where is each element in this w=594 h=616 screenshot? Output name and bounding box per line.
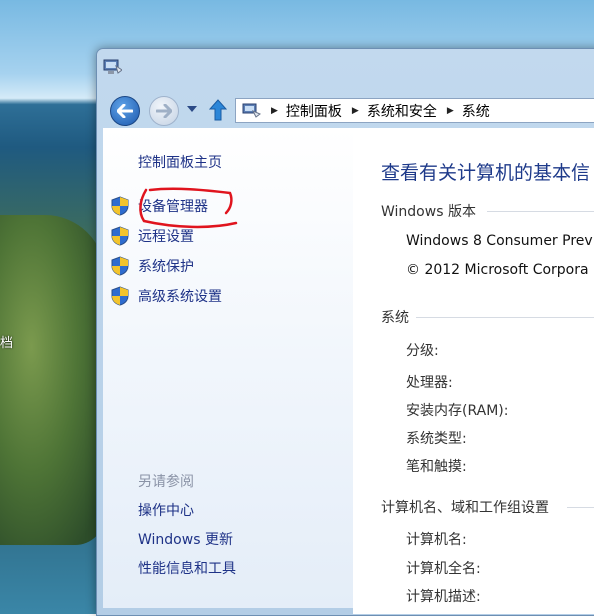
shield-icon xyxy=(111,196,129,216)
action-center-link[interactable]: 操作中心 xyxy=(138,500,194,520)
edition-section-header: Windows 版本 xyxy=(381,204,476,220)
back-arrow-icon xyxy=(117,104,133,118)
field-system-type: 系统类型: xyxy=(406,431,467,447)
field-pen-touch: 笔和触摸: xyxy=(406,459,467,475)
up-arrow-icon[interactable] xyxy=(207,98,229,122)
page-title: 查看有关计算机的基本信 xyxy=(381,162,591,184)
breadcrumb-separator[interactable]: ▶ xyxy=(271,106,278,116)
task-label: 设备管理器 xyxy=(138,199,208,215)
address-bar[interactable]: ▶ 控制面板 ▶ 系统和安全 ▶ 系统 xyxy=(235,98,594,123)
task-label: 高级系统设置 xyxy=(138,289,222,305)
shield-icon xyxy=(111,226,129,246)
system-section-header: 系统 xyxy=(381,310,409,326)
desktop-island xyxy=(0,215,105,545)
windows-update-link[interactable]: Windows 更新 xyxy=(138,529,233,549)
see-also-header: 另请参阅 xyxy=(138,474,194,490)
system-icon xyxy=(103,59,122,74)
forward-button[interactable] xyxy=(149,96,179,126)
forward-arrow-icon xyxy=(156,104,172,118)
performance-tools-link[interactable]: 性能信息和工具 xyxy=(138,558,236,578)
section-divider xyxy=(416,317,594,318)
task-label: 系统保护 xyxy=(138,259,194,275)
shield-icon xyxy=(111,286,129,306)
dropdown-icon[interactable] xyxy=(186,105,198,113)
edition-name: Windows 8 Consumer Prev xyxy=(406,233,593,249)
section-divider xyxy=(567,507,594,508)
task-remote-settings[interactable]: 远程设置 xyxy=(110,225,194,247)
breadcrumb-control-panel[interactable]: 控制面板 xyxy=(286,101,342,121)
back-button[interactable] xyxy=(110,96,140,126)
field-computer-description: 计算机描述: xyxy=(406,589,481,605)
task-system-protection[interactable]: 系统保护 xyxy=(110,255,194,277)
field-full-computer-name: 计算机全名: xyxy=(406,561,481,577)
system-icon xyxy=(242,103,261,118)
task-advanced-system-settings[interactable]: 高级系统设置 xyxy=(110,285,222,307)
breadcrumb-separator[interactable]: ▶ xyxy=(447,106,454,116)
field-processor: 处理器: xyxy=(406,375,453,391)
breadcrumb-system[interactable]: 系统 xyxy=(462,101,490,121)
shield-icon xyxy=(111,256,129,276)
computer-section-header: 计算机名、域和工作组设置 xyxy=(381,500,549,516)
field-memory: 安装内存(RAM): xyxy=(406,403,509,419)
field-rating: 分级: xyxy=(406,343,439,359)
desktop-side-text: 档 xyxy=(0,336,14,351)
field-computer-name: 计算机名: xyxy=(406,532,467,548)
breadcrumb-system-security[interactable]: 系统和安全 xyxy=(367,101,437,121)
task-label: 远程设置 xyxy=(138,229,194,245)
section-divider xyxy=(487,211,594,212)
control-panel-home-link[interactable]: 控制面板主页 xyxy=(138,152,222,172)
breadcrumb-separator[interactable]: ▶ xyxy=(352,106,359,116)
task-device-manager[interactable]: 设备管理器 xyxy=(110,195,208,217)
copyright-text: © 2012 Microsoft Corpora xyxy=(406,262,589,278)
